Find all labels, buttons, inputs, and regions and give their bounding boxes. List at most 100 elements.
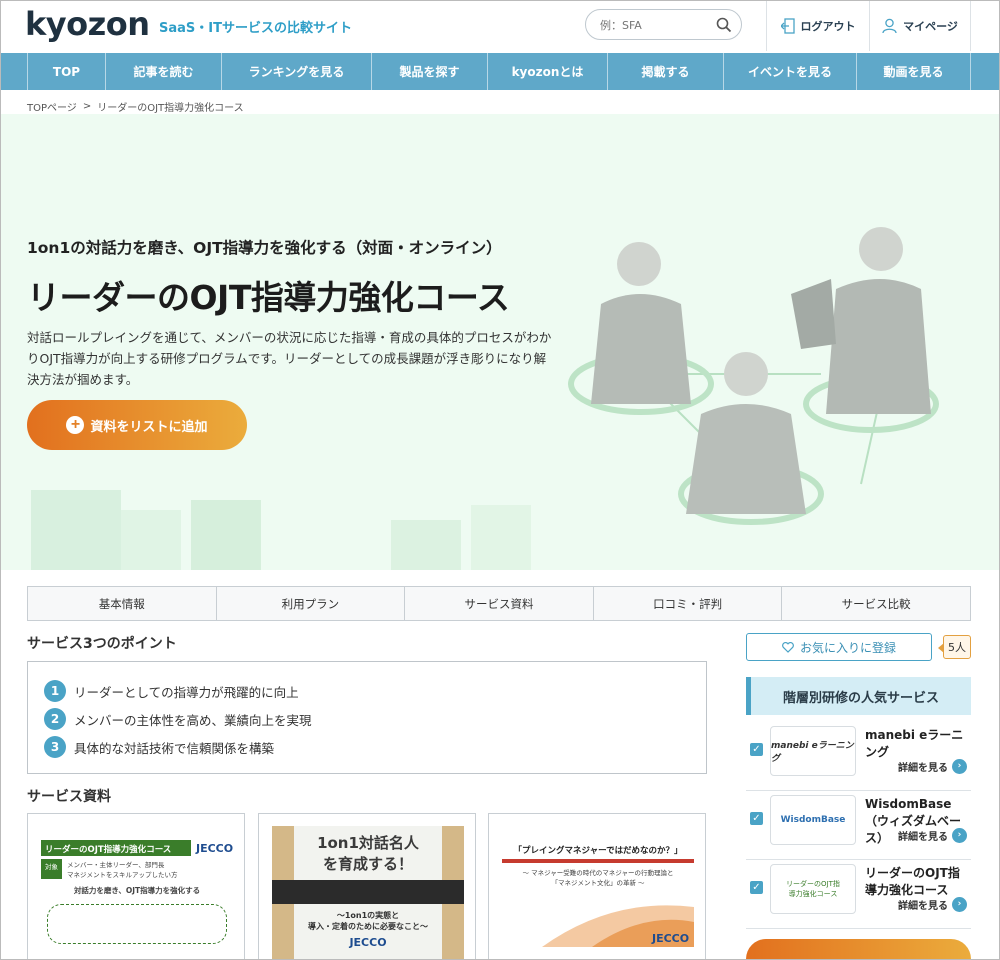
page: kyozon SaaS・ITサービスの比較サイト ログアウト マイページ xyxy=(0,0,1000,960)
sidebar-cta-button[interactable] xyxy=(746,939,971,959)
nav-item-products[interactable]: 製品を探す xyxy=(372,53,488,90)
document-thumbnail: 「プレイングマネジャーではだめなのか？」 〜 マネジャー受難の時代のマネジャーの… xyxy=(502,840,694,959)
favorite-label: お気に入りに登録 xyxy=(799,640,896,655)
logout-icon xyxy=(780,18,795,34)
doc-title-2: を育成する！ xyxy=(322,855,413,873)
point-number: 3 xyxy=(44,736,66,758)
nav-item-top[interactable]: TOP xyxy=(27,53,106,90)
document-card-1[interactable]: リーダーのOJT指導力強化コース JECCO 対象 メンバー・主体リーダー、部門… xyxy=(27,813,245,959)
nav-item-events[interactable]: イベントを見る xyxy=(724,53,857,90)
point-number: 2 xyxy=(44,708,66,730)
doc-line: マネジメントをスキルアップしたい方 xyxy=(67,871,178,879)
doc-caption: 「マネジメント文化」の革新 〜 xyxy=(551,879,645,887)
points-heading: サービス3つのポイント xyxy=(27,636,177,652)
documents-heading: サービス資料 xyxy=(27,789,111,805)
tab-comparison[interactable]: サービス比較 xyxy=(782,587,970,620)
breadcrumb-separator: > xyxy=(82,101,92,112)
logout-button[interactable]: ログアウト xyxy=(766,1,869,51)
site-tagline: SaaS・ITサービスの比較サイト xyxy=(159,21,352,36)
breadcrumb-current: リーダーのOJT指導力強化コース xyxy=(97,103,244,114)
add-to-list-label: 資料をリストに追加 xyxy=(90,418,208,434)
popular-service-item[interactable]: ✓ WisdomBase WisdomBase（ウィズダムベース） 詳細を見る … xyxy=(746,792,971,860)
point-item: 2 メンバーの主体性を高め、業績向上を実現 xyxy=(44,705,706,733)
popular-service-item[interactable]: ✓ manebi eラーニング manebi eラーニング 詳細を見る › xyxy=(746,723,971,791)
doc-line: 対話力を磨き、OJT指導力を強化する xyxy=(73,886,201,895)
doc-title: 「プレイングマネジャーではだめなのか？」 xyxy=(513,846,683,856)
nav-item-ranking[interactable]: ランキングを見る xyxy=(222,53,372,90)
doc-band xyxy=(272,880,464,904)
service-logo: WisdomBase xyxy=(770,795,856,845)
logout-label: ログアウト xyxy=(800,20,856,33)
checkbox[interactable]: ✓ xyxy=(750,881,763,894)
hero-description: 対話ロールプレイングを通じて、メンバーの状況に応じた指導・育成の具体的プロセスが… xyxy=(27,330,552,387)
nav-item-about[interactable]: kyozonとは xyxy=(488,53,608,90)
checkbox[interactable]: ✓ xyxy=(750,743,763,756)
service-logo: リーダーのOJT指導力強化コース xyxy=(770,864,856,914)
point-text: メンバーの主体性を高め、業績向上を実現 xyxy=(74,712,312,728)
doc-title: リーダーのOJT指導力強化コース xyxy=(41,840,191,856)
nav-item-videos[interactable]: 動画を見る xyxy=(857,53,971,90)
nav-item-articles[interactable]: 記事を読む xyxy=(106,53,222,90)
doc-caption: 〜 マネジャー受難の時代のマネジャーの行動理論と xyxy=(522,869,674,877)
doc-brand: JECCO xyxy=(349,936,387,949)
page-title: リーダーのOJT指導力強化コース xyxy=(27,278,510,317)
chevron-right-icon: › xyxy=(952,759,967,774)
service-name[interactable]: manebi eラーニング xyxy=(865,727,969,761)
chevron-right-icon: › xyxy=(952,828,967,843)
doc-brand: JECCO xyxy=(196,842,234,855)
user-icon xyxy=(882,18,897,34)
tab-basic-info[interactable]: 基本情報 xyxy=(28,587,217,620)
tab-plans[interactable]: 利用プラン xyxy=(216,587,406,620)
hero-subtitle: 1on1の対話力を磨き、OJT指導力を強化する（対面・オンライン） xyxy=(27,239,502,257)
breadcrumb-home[interactable]: TOPページ xyxy=(27,99,77,114)
point-text: 具体的な対話技術で信頼関係を構築 xyxy=(74,740,275,756)
search-box[interactable] xyxy=(585,9,742,40)
detail-tabs: 基本情報 利用プラン サービス資料 口コミ・評判 サービス比較 xyxy=(27,586,971,621)
doc-rule xyxy=(502,859,694,863)
favorite-button[interactable]: お気に入りに登録 xyxy=(746,633,932,661)
hero-section: 1on1の対話力を磨き、OJT指導力を強化する（対面・オンライン） リーダーのO… xyxy=(1,114,999,570)
search-icon[interactable] xyxy=(715,16,733,34)
point-number: 1 xyxy=(44,680,66,702)
detail-link[interactable]: 詳細を見る › xyxy=(898,897,967,912)
add-to-list-button[interactable]: + 資料をリストに追加 xyxy=(27,400,247,450)
chevron-right-icon: › xyxy=(952,897,967,912)
checkbox[interactable]: ✓ xyxy=(750,812,763,825)
point-text: リーダーとしての指導力が飛躍的に向上 xyxy=(74,684,299,700)
document-thumbnail: リーダーのOJT指導力強化コース JECCO 対象 メンバー・主体リーダー、部門… xyxy=(41,840,234,959)
doc-caption: 導入・定着のために必要なこと〜 xyxy=(308,922,428,931)
doc-target-label: 対象 xyxy=(41,859,62,879)
point-item: 3 具体的な対話技術で信頼関係を構築 xyxy=(44,733,706,761)
detail-link[interactable]: 詳細を見る › xyxy=(898,759,967,774)
global-nav: TOP 記事を読む ランキングを見る 製品を探す kyozonとは 掲載する イ… xyxy=(1,53,999,90)
nav-item-listing[interactable]: 掲載する xyxy=(608,53,724,90)
mypage-button[interactable]: マイページ xyxy=(869,1,971,51)
doc-dashed-box xyxy=(47,904,227,944)
points-box: 1 リーダーとしての指導力が飛躍的に向上 2 メンバーの主体性を高め、業績向上を… xyxy=(27,661,707,774)
plus-icon: + xyxy=(66,416,85,434)
doc-line: メンバー・主体リーダー、部門長 xyxy=(67,861,165,869)
tab-documents[interactable]: サービス資料 xyxy=(405,587,594,620)
document-card-2[interactable]: 1on1対話名人 を育成する！ 〜1on1の実態と 導入・定着のために必要なこと… xyxy=(258,813,476,959)
point-item: 1 リーダーとしての指導力が飛躍的に向上 xyxy=(44,677,706,705)
document-thumbnail: 1on1対話名人 を育成する！ 〜1on1の実態と 導入・定着のために必要なこと… xyxy=(272,826,464,959)
site-logo[interactable]: kyozon xyxy=(25,5,150,43)
service-name[interactable]: リーダーのOJT指導力強化コース xyxy=(865,865,969,899)
heart-icon xyxy=(782,641,794,653)
document-card-3[interactable]: 「プレイングマネジャーではだめなのか？」 〜 マネジャー受難の時代のマネジャーの… xyxy=(488,813,706,959)
doc-title: 1on1対話名人 xyxy=(317,834,419,852)
popular-service-item[interactable]: ✓ リーダーのOJT指導力強化コース リーダーのOJT指導力強化コース 詳細を見… xyxy=(746,861,971,929)
business-people-illustration xyxy=(568,227,939,525)
doc-brand: JECCO xyxy=(652,932,690,945)
detail-link[interactable]: 詳細を見る › xyxy=(898,828,967,843)
site-header: kyozon SaaS・ITサービスの比較サイト ログアウト マイページ xyxy=(1,1,999,53)
popular-services-heading: 階層別研修の人気サービス xyxy=(746,677,971,715)
breadcrumb: TOPページ > リーダーのOJT指導力強化コース xyxy=(27,99,244,114)
service-logo: manebi eラーニング xyxy=(770,726,856,776)
favorite-count-badge: 5人 xyxy=(938,635,971,659)
mypage-label: マイページ xyxy=(903,20,958,33)
search-input[interactable] xyxy=(600,16,710,34)
tab-reviews[interactable]: 口コミ・評判 xyxy=(593,587,783,620)
city-illustration xyxy=(31,490,531,570)
doc-caption: 〜1on1の実態と xyxy=(336,911,400,920)
